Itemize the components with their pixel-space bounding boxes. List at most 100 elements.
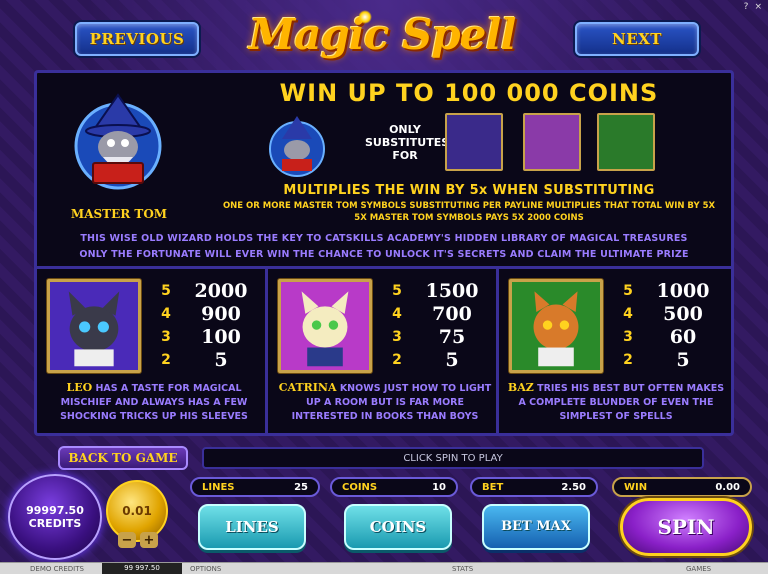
- footer-bar: DEMO CREDITS 99 997.50 OPTIONS STATS GAM…: [0, 562, 768, 574]
- footer-games-link[interactable]: GAMES: [686, 565, 711, 573]
- close-icon[interactable]: ×: [754, 2, 762, 12]
- bet-value: 2.50: [561, 481, 586, 493]
- win-display: WIN 0.00: [612, 477, 752, 497]
- pay-value: 5: [214, 348, 228, 371]
- win-label: WIN: [624, 481, 648, 493]
- symbol-name: CATRINA: [278, 381, 337, 394]
- next-button[interactable]: NEXT: [575, 22, 699, 56]
- lines-value: 25: [294, 481, 308, 493]
- pay-count: 3: [392, 328, 402, 345]
- pay-count: 2: [161, 351, 171, 368]
- coin-decrease-button[interactable]: −: [118, 532, 136, 548]
- pay-row: 4 700: [386, 302, 496, 325]
- symbol-card-catrina: 5 1500 4 700 3 75 25 CATRINA KNOWS JUST HOW…: [268, 269, 499, 433]
- pay-row: 5 1000: [617, 279, 727, 302]
- symbol-description: CATRINA KNOWS JUST HOW TO LIGHT UP A ROO…: [276, 381, 494, 424]
- symbol-card-leo: 5 2000 4 900 3 100 25 LEO HAS A TASTE FOR M…: [37, 269, 268, 433]
- pay-count: 2: [392, 351, 402, 368]
- headline: WIN UP TO 100 000 COINS: [279, 79, 659, 107]
- baz-symbol: [509, 279, 603, 373]
- symbol-card-baz: 5 1000 4 500 3 60 25 BAZ TRIES HIS BEST BUT…: [499, 269, 730, 433]
- logo-text: Magic Spell: [248, 9, 517, 59]
- catrina-mini-icon: [523, 113, 581, 171]
- wild-section: MASTER TOM WIN UP TO 100 000 COINS ONLY …: [37, 73, 731, 269]
- footer-demo-label: DEMO CREDITS: [30, 564, 84, 573]
- lines-button[interactable]: LINES: [198, 504, 306, 550]
- leo-symbol: [47, 279, 141, 373]
- game-logo: Magic Spell: [222, 4, 542, 64]
- pay-row: 3 60: [617, 325, 727, 348]
- pay-value: 5: [445, 348, 459, 371]
- pay-row: 4 500: [617, 302, 727, 325]
- master-tom-small-symbol: [269, 116, 325, 177]
- pay-count: 3: [623, 328, 633, 345]
- lore-line-1: THIS WISE OLD WIZARD HOLDS THE KEY TO CA…: [80, 233, 688, 244]
- pay-row: 5 2000: [155, 279, 265, 302]
- pay-row: 25: [155, 348, 265, 371]
- coins-value: 10: [432, 481, 446, 493]
- pay-value: 900: [201, 302, 241, 325]
- pay-row: 25: [617, 348, 727, 371]
- catrina-symbol: [278, 279, 372, 373]
- coins-label: COINS: [342, 481, 378, 493]
- leo-mini-icon: [445, 113, 503, 171]
- paytable-panel: MASTER TOM WIN UP TO 100 000 COINS ONLY …: [34, 70, 734, 436]
- pay-value: 5: [676, 348, 690, 371]
- pay-count: 5: [161, 282, 171, 299]
- pay-count: 2: [623, 351, 633, 368]
- bet-display: BET 2.50: [470, 477, 598, 497]
- spin-button[interactable]: SPIN: [620, 498, 752, 556]
- pay-value: 1500: [425, 279, 479, 302]
- back-to-game-button[interactable]: BACK TO GAME: [58, 446, 188, 470]
- lore-line-2: ONLY THE FORTUNATE WILL EVER WIN THE CHA…: [79, 249, 689, 260]
- pay-value: 1000: [656, 279, 710, 302]
- previous-button[interactable]: PREVIOUS: [75, 22, 199, 56]
- credits-value: 99997.50: [26, 504, 84, 517]
- pay-count: 4: [161, 305, 171, 322]
- pay-list: 5 1000 4 500 3 60 25: [617, 279, 727, 371]
- coin-size-display: 0.01: [106, 480, 168, 542]
- symbol-description: BAZ TRIES HIS BEST BUT OFTEN MAKES A COM…: [507, 381, 725, 424]
- window-controls: ? ×: [744, 2, 762, 12]
- coin-increase-button[interactable]: +: [140, 532, 158, 548]
- symbol-name: BAZ: [507, 381, 534, 394]
- pay-row: 3 100: [155, 325, 265, 348]
- baz-mini-icon: [597, 113, 655, 171]
- symbol-pays: 5 2000 4 900 3 100 25 LEO HAS A TASTE FOR M…: [37, 269, 731, 433]
- pay-value: 60: [669, 325, 697, 348]
- pay-value: 100: [201, 325, 241, 348]
- message-bar: CLICK SPIN TO PLAY: [202, 447, 704, 469]
- symbol-name: LEO: [66, 381, 93, 394]
- pay-list: 5 2000 4 900 3 100 25: [155, 279, 265, 371]
- bet-label: BET: [482, 481, 504, 493]
- pay-row: 25: [386, 348, 496, 371]
- pay-value: 700: [432, 302, 472, 325]
- coins-button[interactable]: COINS: [344, 504, 452, 550]
- pay-row: 5 1500: [386, 279, 496, 302]
- detail-line-1: ONE OR MORE MASTER TOM SYMBOLS SUBSTITUT…: [222, 201, 716, 211]
- pay-count: 4: [623, 305, 633, 322]
- description-text: TRIES HIS BEST BUT OFTEN MAKES A COMPLET…: [518, 383, 725, 422]
- multiplier-text: MULTIPLIES THE WIN BY 5x WHEN SUBSTITUTI…: [283, 183, 655, 198]
- credits-display: 99997.50 CREDITS: [8, 474, 102, 560]
- bet-max-button[interactable]: BET MAX: [482, 504, 590, 550]
- footer-options-link[interactable]: OPTIONS: [190, 565, 221, 573]
- master-tom-label: MASTER TOM: [70, 207, 168, 221]
- footer-credits: 99 997.50: [102, 563, 182, 574]
- pay-row: 4 900: [155, 302, 265, 325]
- symbol-description: LEO HAS A TASTE FOR MAGICAL MISCHIEF AND…: [45, 381, 263, 424]
- pay-count: 4: [392, 305, 402, 322]
- pay-list: 5 1500 4 700 3 75 25: [386, 279, 496, 371]
- master-tom-symbol: [74, 93, 162, 190]
- credits-label: CREDITS: [28, 517, 82, 530]
- help-icon[interactable]: ?: [744, 2, 749, 12]
- detail-line-2: 5X MASTER TOM SYMBOLS PAYS 5X 2000 COINS: [354, 213, 584, 223]
- pay-row: 3 75: [386, 325, 496, 348]
- substitutes-label: ONLY SUBSTITUTES FOR: [365, 123, 450, 162]
- footer-stats-link[interactable]: STATS: [452, 565, 473, 573]
- sparkle-icon: [358, 10, 372, 24]
- pay-value: 2000: [194, 279, 248, 302]
- pay-count: 3: [161, 328, 171, 345]
- pay-count: 5: [623, 282, 633, 299]
- pay-value: 75: [438, 325, 466, 348]
